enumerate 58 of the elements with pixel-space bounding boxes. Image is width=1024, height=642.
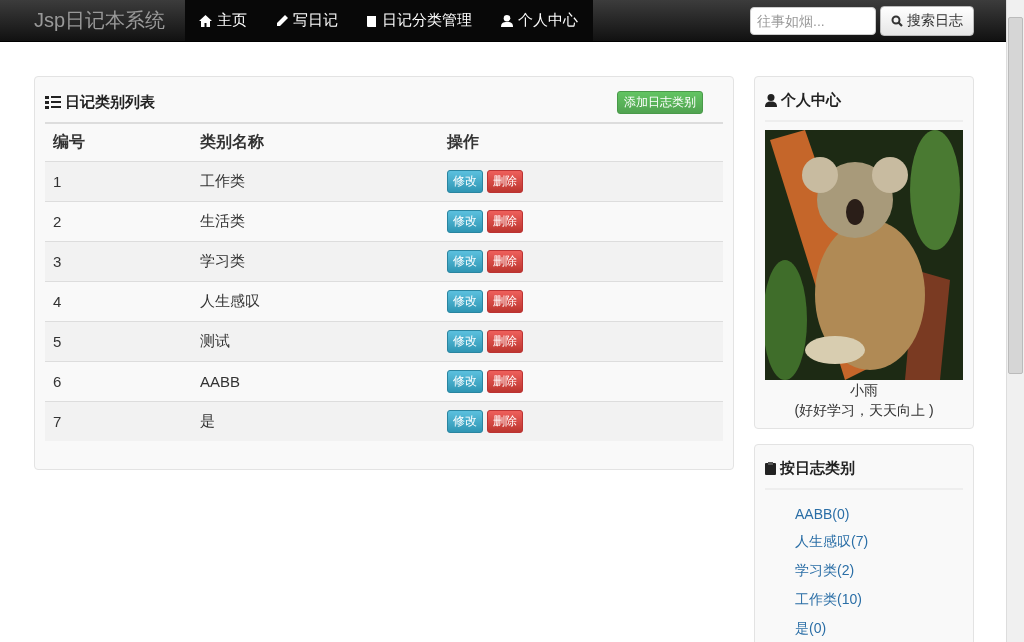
user-icon <box>501 14 514 27</box>
table-cell: 1 <box>45 161 192 202</box>
brand-link[interactable]: Jsp日记本系统 <box>20 7 186 34</box>
home-icon <box>199 14 213 27</box>
edit-button[interactable]: 修改 <box>447 250 483 273</box>
table-cell: 3 <box>45 241 192 282</box>
nav-link[interactable]: 主页 <box>185 0 263 41</box>
table-cell: 4 <box>45 281 192 322</box>
table-cell: 6 <box>45 361 192 402</box>
scrollbar[interactable] <box>1006 0 1024 642</box>
category-link[interactable]: 是(0) <box>795 620 963 638</box>
table-cell: AABB <box>192 361 439 402</box>
table-cell: 7 <box>45 401 192 441</box>
delete-button[interactable]: 删除 <box>487 370 523 393</box>
edit-button[interactable]: 修改 <box>447 210 483 233</box>
card-title: 个人中心 <box>781 91 841 110</box>
delete-button[interactable]: 删除 <box>487 250 523 273</box>
panel-title: 日记类别列表 <box>65 93 155 112</box>
table-cell: 工作类 <box>192 161 439 202</box>
column-header: 类别名称 <box>192 124 439 162</box>
user-icon <box>765 94 777 107</box>
clipboard-icon <box>765 462 776 475</box>
category-link[interactable]: AABB(0) <box>795 506 963 522</box>
search-icon <box>891 14 903 27</box>
edit-button[interactable]: 修改 <box>447 370 483 393</box>
nav-link[interactable]: 写日记 <box>262 0 354 41</box>
edit-button[interactable]: 修改 <box>447 170 483 193</box>
delete-button[interactable]: 删除 <box>487 330 523 353</box>
user-motto: (好好学习，天天向上 ) <box>793 401 935 420</box>
pencil-icon <box>276 14 289 27</box>
column-header: 编号 <box>45 124 192 162</box>
search-field[interactable]: 往事如烟... <box>750 6 876 35</box>
table-cell: 5 <box>45 321 192 362</box>
nav-link[interactable]: 个人中心 <box>487 0 594 41</box>
table-cell: 学习类 <box>192 241 439 282</box>
category-link[interactable]: 工作类(10) <box>795 591 963 609</box>
search-button[interactable]: 搜索日志 <box>880 5 974 36</box>
table-cell: 人生感叹 <box>192 281 439 322</box>
user-name: 小雨 <box>849 381 879 400</box>
delete-button[interactable]: 删除 <box>487 410 523 433</box>
list-icon <box>45 96 61 109</box>
table-cell: 生活类 <box>192 201 439 242</box>
category-link[interactable]: 学习类(2) <box>795 562 963 580</box>
delete-button[interactable]: 删除 <box>487 290 523 313</box>
edit-button[interactable]: 修改 <box>447 330 483 353</box>
card-title: 按日志类别 <box>780 459 855 478</box>
column-header: 操作 <box>439 124 723 162</box>
table-cell: 测试 <box>192 321 439 362</box>
nav-link[interactable]: 日记分类管理 <box>353 0 488 41</box>
table-cell: 是 <box>192 401 439 441</box>
edit-button[interactable]: 修改 <box>447 410 483 433</box>
edit-button[interactable]: 修改 <box>447 290 483 313</box>
delete-button[interactable]: 删除 <box>487 210 523 233</box>
add-category-button[interactable]: 添加日志类别 <box>617 91 703 114</box>
category-link[interactable]: 人生感叹(7) <box>795 533 963 551</box>
table-cell: 2 <box>45 201 192 242</box>
book-icon <box>367 14 378 27</box>
delete-button[interactable]: 删除 <box>487 170 523 193</box>
